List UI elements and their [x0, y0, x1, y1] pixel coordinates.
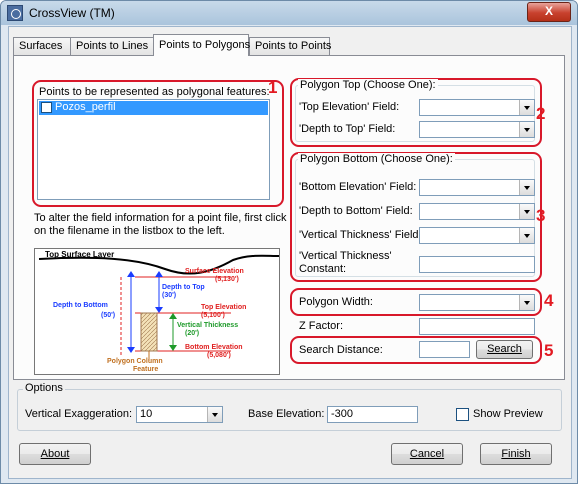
- badge-3: 3: [536, 206, 546, 225]
- chevron-down-icon[interactable]: [519, 122, 534, 137]
- close-button[interactable]: X: [527, 2, 571, 22]
- points-listbox[interactable]: Pozos_perfil: [37, 99, 270, 200]
- app-icon: [7, 5, 23, 21]
- chevron-down-icon[interactable]: [519, 228, 534, 243]
- vertical-thickness-select[interactable]: [419, 227, 535, 244]
- arrow-head: [155, 307, 163, 313]
- polygon-bottom-legend: Polygon Bottom (Choose One):: [298, 153, 455, 165]
- depth-to-top-label: 'Depth to Top' Field:: [299, 123, 396, 135]
- tab-surfaces[interactable]: Surfaces: [13, 37, 71, 55]
- label-top-elev: Top Elevation: [201, 304, 246, 311]
- about-button-label: About: [40, 448, 70, 460]
- top-elevation-label: 'Top Elevation' Field:: [299, 101, 400, 113]
- about-button[interactable]: About: [19, 443, 91, 465]
- polygon-column-hatch: [141, 313, 157, 351]
- arrow-head: [155, 271, 163, 277]
- dialog-client: Surfaces Points to Lines Points to Polyg…: [8, 26, 572, 479]
- label-surface-elev-val: (5,130'): [215, 276, 239, 283]
- label-depth-bottom-val: (50'): [101, 312, 115, 319]
- arrow-head: [169, 345, 177, 351]
- label-top-surface: Top Surface Layer: [45, 250, 114, 259]
- arrow-head: [169, 313, 177, 319]
- vert-exag-label: Vertical Exaggeration:: [25, 408, 133, 420]
- polygon-width-label: Polygon Width:: [299, 296, 373, 308]
- arrow-head: [127, 271, 135, 277]
- z-factor-label: Z Factor:: [299, 320, 344, 332]
- label-depth-top-val: (30'): [162, 292, 176, 299]
- chevron-down-icon[interactable]: [519, 295, 534, 310]
- vert-exag-value: 10: [140, 408, 153, 420]
- list-item-checkbox[interactable]: [41, 102, 52, 113]
- label-feature: Feature: [133, 366, 158, 373]
- depth-to-bottom-label: 'Depth to Bottom' Field:: [299, 205, 413, 217]
- list-item[interactable]: Pozos_perfil: [39, 101, 268, 115]
- tab-points-to-polygons[interactable]: Points to Polygons: [153, 34, 250, 56]
- search-button-label: Search: [487, 343, 522, 355]
- show-preview-label[interactable]: Show Preview: [473, 408, 543, 420]
- label-depth-top: Depth to Top: [162, 284, 205, 291]
- base-elev-label: Base Elevation:: [248, 408, 325, 420]
- tab-points-to-points[interactable]: Points to Points: [249, 37, 331, 55]
- thickness-constant-label: 'Vertical Thickness' Constant:: [299, 250, 392, 275]
- badge-2: 2: [536, 104, 546, 123]
- list-item-label: Pozos_perfil: [55, 101, 116, 113]
- vert-exag-select[interactable]: 10: [136, 406, 223, 423]
- options-legend: Options: [23, 382, 65, 394]
- label-top-elev-val: (5,100'): [201, 312, 225, 319]
- cancel-button[interactable]: Cancel: [391, 443, 463, 465]
- search-distance-label: Search Distance:: [299, 344, 383, 356]
- title-bar: CrossView (TM) X: [1, 1, 577, 25]
- label-bottom-elev: Bottom Elevation: [185, 344, 243, 351]
- show-preview-checkbox[interactable]: [456, 408, 469, 421]
- label-depth-bottom: Depth to Bottom: [53, 302, 108, 309]
- label-vert-thick-val: (20'): [185, 330, 199, 337]
- polygon-top-legend: Polygon Top (Choose One):: [298, 79, 438, 91]
- label-bottom-elev-val: (5,080'): [207, 352, 231, 359]
- chevron-down-icon[interactable]: [519, 100, 534, 115]
- vertical-thickness-label: 'Vertical Thickness' Field:: [299, 229, 422, 241]
- cancel-button-label: Cancel: [409, 448, 445, 460]
- search-distance-input[interactable]: [419, 341, 470, 358]
- label-surface-elev: Surface Elevation: [185, 268, 244, 275]
- depth-to-top-select[interactable]: [419, 121, 535, 138]
- window-title: CrossView (TM): [29, 6, 115, 20]
- top-elevation-select[interactable]: [419, 99, 535, 116]
- base-elev-value: -300: [331, 408, 354, 420]
- bottom-elevation-label: 'Bottom Elevation' Field:: [299, 181, 417, 193]
- tab-points-to-lines[interactable]: Points to Lines: [70, 37, 154, 55]
- label-vert-thick: Vertical Thickness: [177, 322, 238, 329]
- bottom-elevation-select[interactable]: [419, 179, 535, 196]
- badge-4: 4: [544, 291, 554, 310]
- z-factor-input[interactable]: [419, 318, 535, 335]
- points-list-label: Points to be represented as polygonal fe…: [39, 86, 270, 98]
- base-elev-input[interactable]: -300: [327, 406, 418, 423]
- finish-button-label: Finish: [501, 448, 531, 460]
- chevron-down-icon[interactable]: [207, 407, 222, 422]
- crossview-window: CrossView (TM) X Surfaces Points to Line…: [0, 0, 578, 484]
- chevron-down-icon[interactable]: [519, 204, 534, 219]
- polygon-diagram: Top Surface Layer Surface Elevation (5,1…: [34, 248, 280, 375]
- chevron-down-icon[interactable]: [519, 180, 534, 195]
- thickness-constant-input[interactable]: [419, 256, 535, 273]
- diagram-svg: Top Surface Layer Surface Elevation (5,1…: [38, 250, 279, 373]
- points-to-polygons-panel: 1 Points to be represented as polygonal …: [13, 55, 565, 380]
- points-help-text: To alter the field information for a poi…: [34, 212, 287, 237]
- polygon-width-select[interactable]: [419, 294, 535, 311]
- arrow-head: [127, 347, 135, 353]
- badge-5: 5: [544, 341, 554, 360]
- search-button[interactable]: Search: [476, 340, 533, 359]
- finish-button[interactable]: Finish: [480, 443, 552, 465]
- label-polygon-column: Polygon Column: [107, 358, 163, 365]
- depth-to-bottom-select[interactable]: [419, 203, 535, 220]
